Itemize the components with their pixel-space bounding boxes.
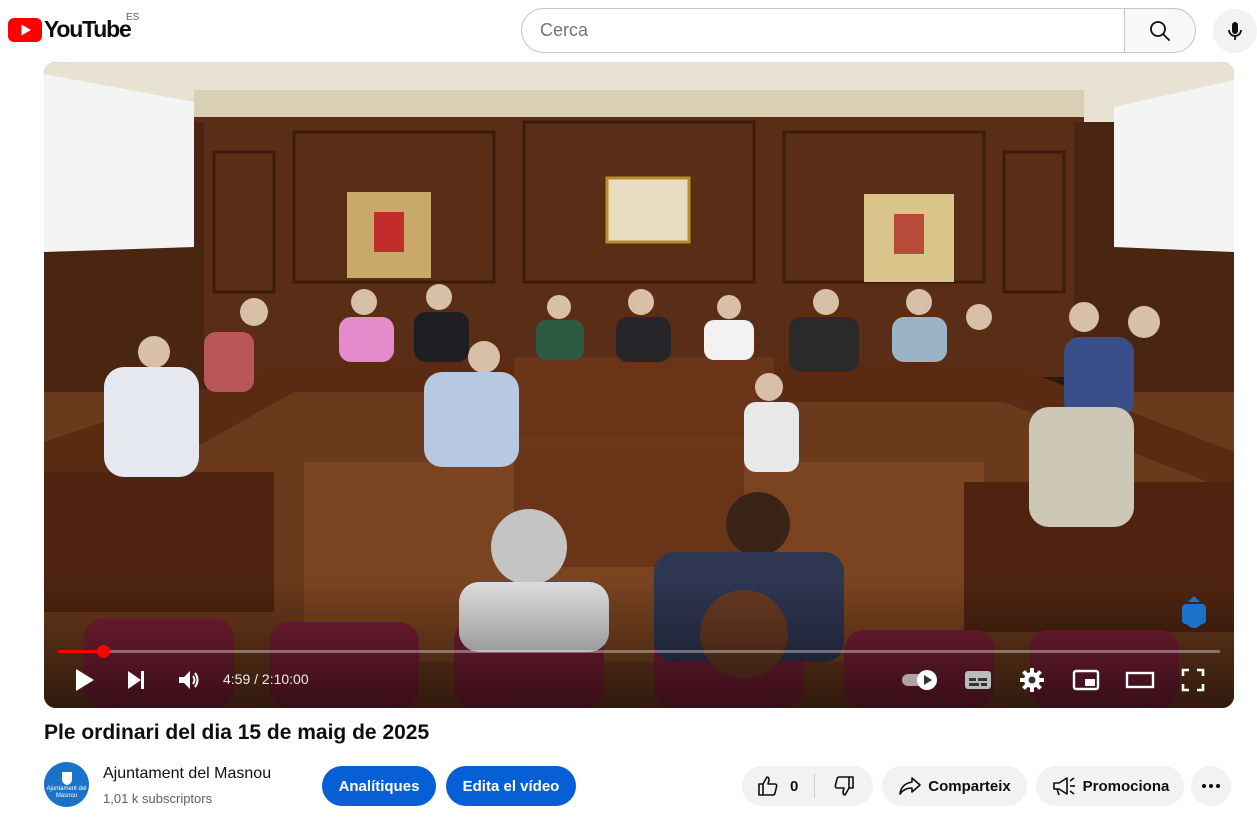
- gear-icon: [1020, 668, 1044, 692]
- time-separator: /: [250, 671, 262, 687]
- play-icon: [76, 669, 94, 691]
- search-button[interactable]: [1124, 8, 1196, 53]
- avatar-text: Ajuntament del Masnou: [46, 785, 87, 799]
- channel-avatar[interactable]: Ajuntament del Masnou: [44, 762, 89, 807]
- more-actions-button[interactable]: [1191, 766, 1231, 806]
- autoplay-toggle[interactable]: [900, 666, 940, 694]
- youtube-logo-icon: [8, 17, 42, 42]
- youtube-logo[interactable]: YouTube ES: [8, 12, 139, 43]
- duration: 2:10:00: [261, 671, 309, 687]
- logo-wordmark: YouTube: [44, 16, 132, 42]
- theater-mode-button[interactable]: [1124, 666, 1156, 694]
- next-button[interactable]: [122, 666, 150, 694]
- current-time: 4:59: [223, 671, 251, 687]
- progress-played: [58, 650, 103, 653]
- volume-icon: [179, 671, 199, 689]
- like-button[interactable]: 0: [742, 766, 814, 806]
- like-count: 0: [790, 777, 799, 795]
- masthead: YouTube ES: [0, 0, 1257, 60]
- country-code: ES: [126, 12, 140, 23]
- miniplayer-icon: [1072, 669, 1100, 691]
- share-icon: [899, 777, 922, 795]
- progress-scrubber[interactable]: [96, 645, 110, 658]
- search-icon: [1150, 20, 1170, 41]
- fullscreen-button[interactable]: [1178, 666, 1208, 694]
- play-button[interactable]: [68, 666, 100, 694]
- video-player[interactable]: 4:59 / 2:10:00: [44, 62, 1234, 708]
- promote-button[interactable]: Promociona: [1036, 766, 1184, 806]
- subtitles-icon: [965, 671, 991, 689]
- miniplayer-button[interactable]: [1069, 666, 1103, 694]
- microphone-icon: [1228, 22, 1242, 40]
- next-icon: [128, 671, 144, 689]
- autoplay-toggle-icon: [902, 670, 937, 690]
- video-title: Ple ordinari del dia 15 de maig de 2025: [44, 721, 430, 744]
- controls-gradient: [44, 578, 1234, 708]
- megaphone-icon: [1052, 777, 1075, 796]
- search-input[interactable]: [522, 9, 1125, 52]
- volume-button[interactable]: [174, 666, 204, 694]
- more-horizontal-icon: [1202, 784, 1220, 788]
- share-button[interactable]: Comparteix: [882, 766, 1027, 806]
- settings-button[interactable]: [1016, 666, 1048, 694]
- promote-label: Promociona: [1082, 777, 1170, 795]
- thumbs-up-icon: [758, 776, 778, 796]
- edit-video-button[interactable]: Edita el vídeo: [446, 766, 576, 806]
- share-label: Comparteix: [928, 777, 1011, 795]
- channel-name[interactable]: Ajuntament del Masnou: [103, 765, 271, 783]
- analytics-label: Analítiques: [338, 777, 420, 795]
- voice-search-button[interactable]: [1213, 9, 1257, 53]
- edit-video-label: Edita el vídeo: [462, 777, 560, 795]
- channel-watermark: [1182, 596, 1206, 628]
- time-display: 4:59 / 2:10:00: [223, 671, 309, 687]
- subscriber-count: 1,01 k subscriptors: [103, 791, 213, 806]
- dislike-button[interactable]: [815, 766, 873, 806]
- analytics-button[interactable]: Analítiques: [322, 766, 436, 806]
- theater-mode-icon: [1125, 671, 1155, 689]
- fullscreen-icon: [1181, 668, 1205, 692]
- like-dislike-group: 0: [742, 766, 873, 806]
- subtitles-button[interactable]: [962, 666, 994, 694]
- channel-logo-icon: [61, 771, 72, 785]
- thumbs-down-icon: [834, 776, 854, 796]
- progress-bar[interactable]: [58, 645, 1220, 658]
- search-box: [521, 8, 1125, 53]
